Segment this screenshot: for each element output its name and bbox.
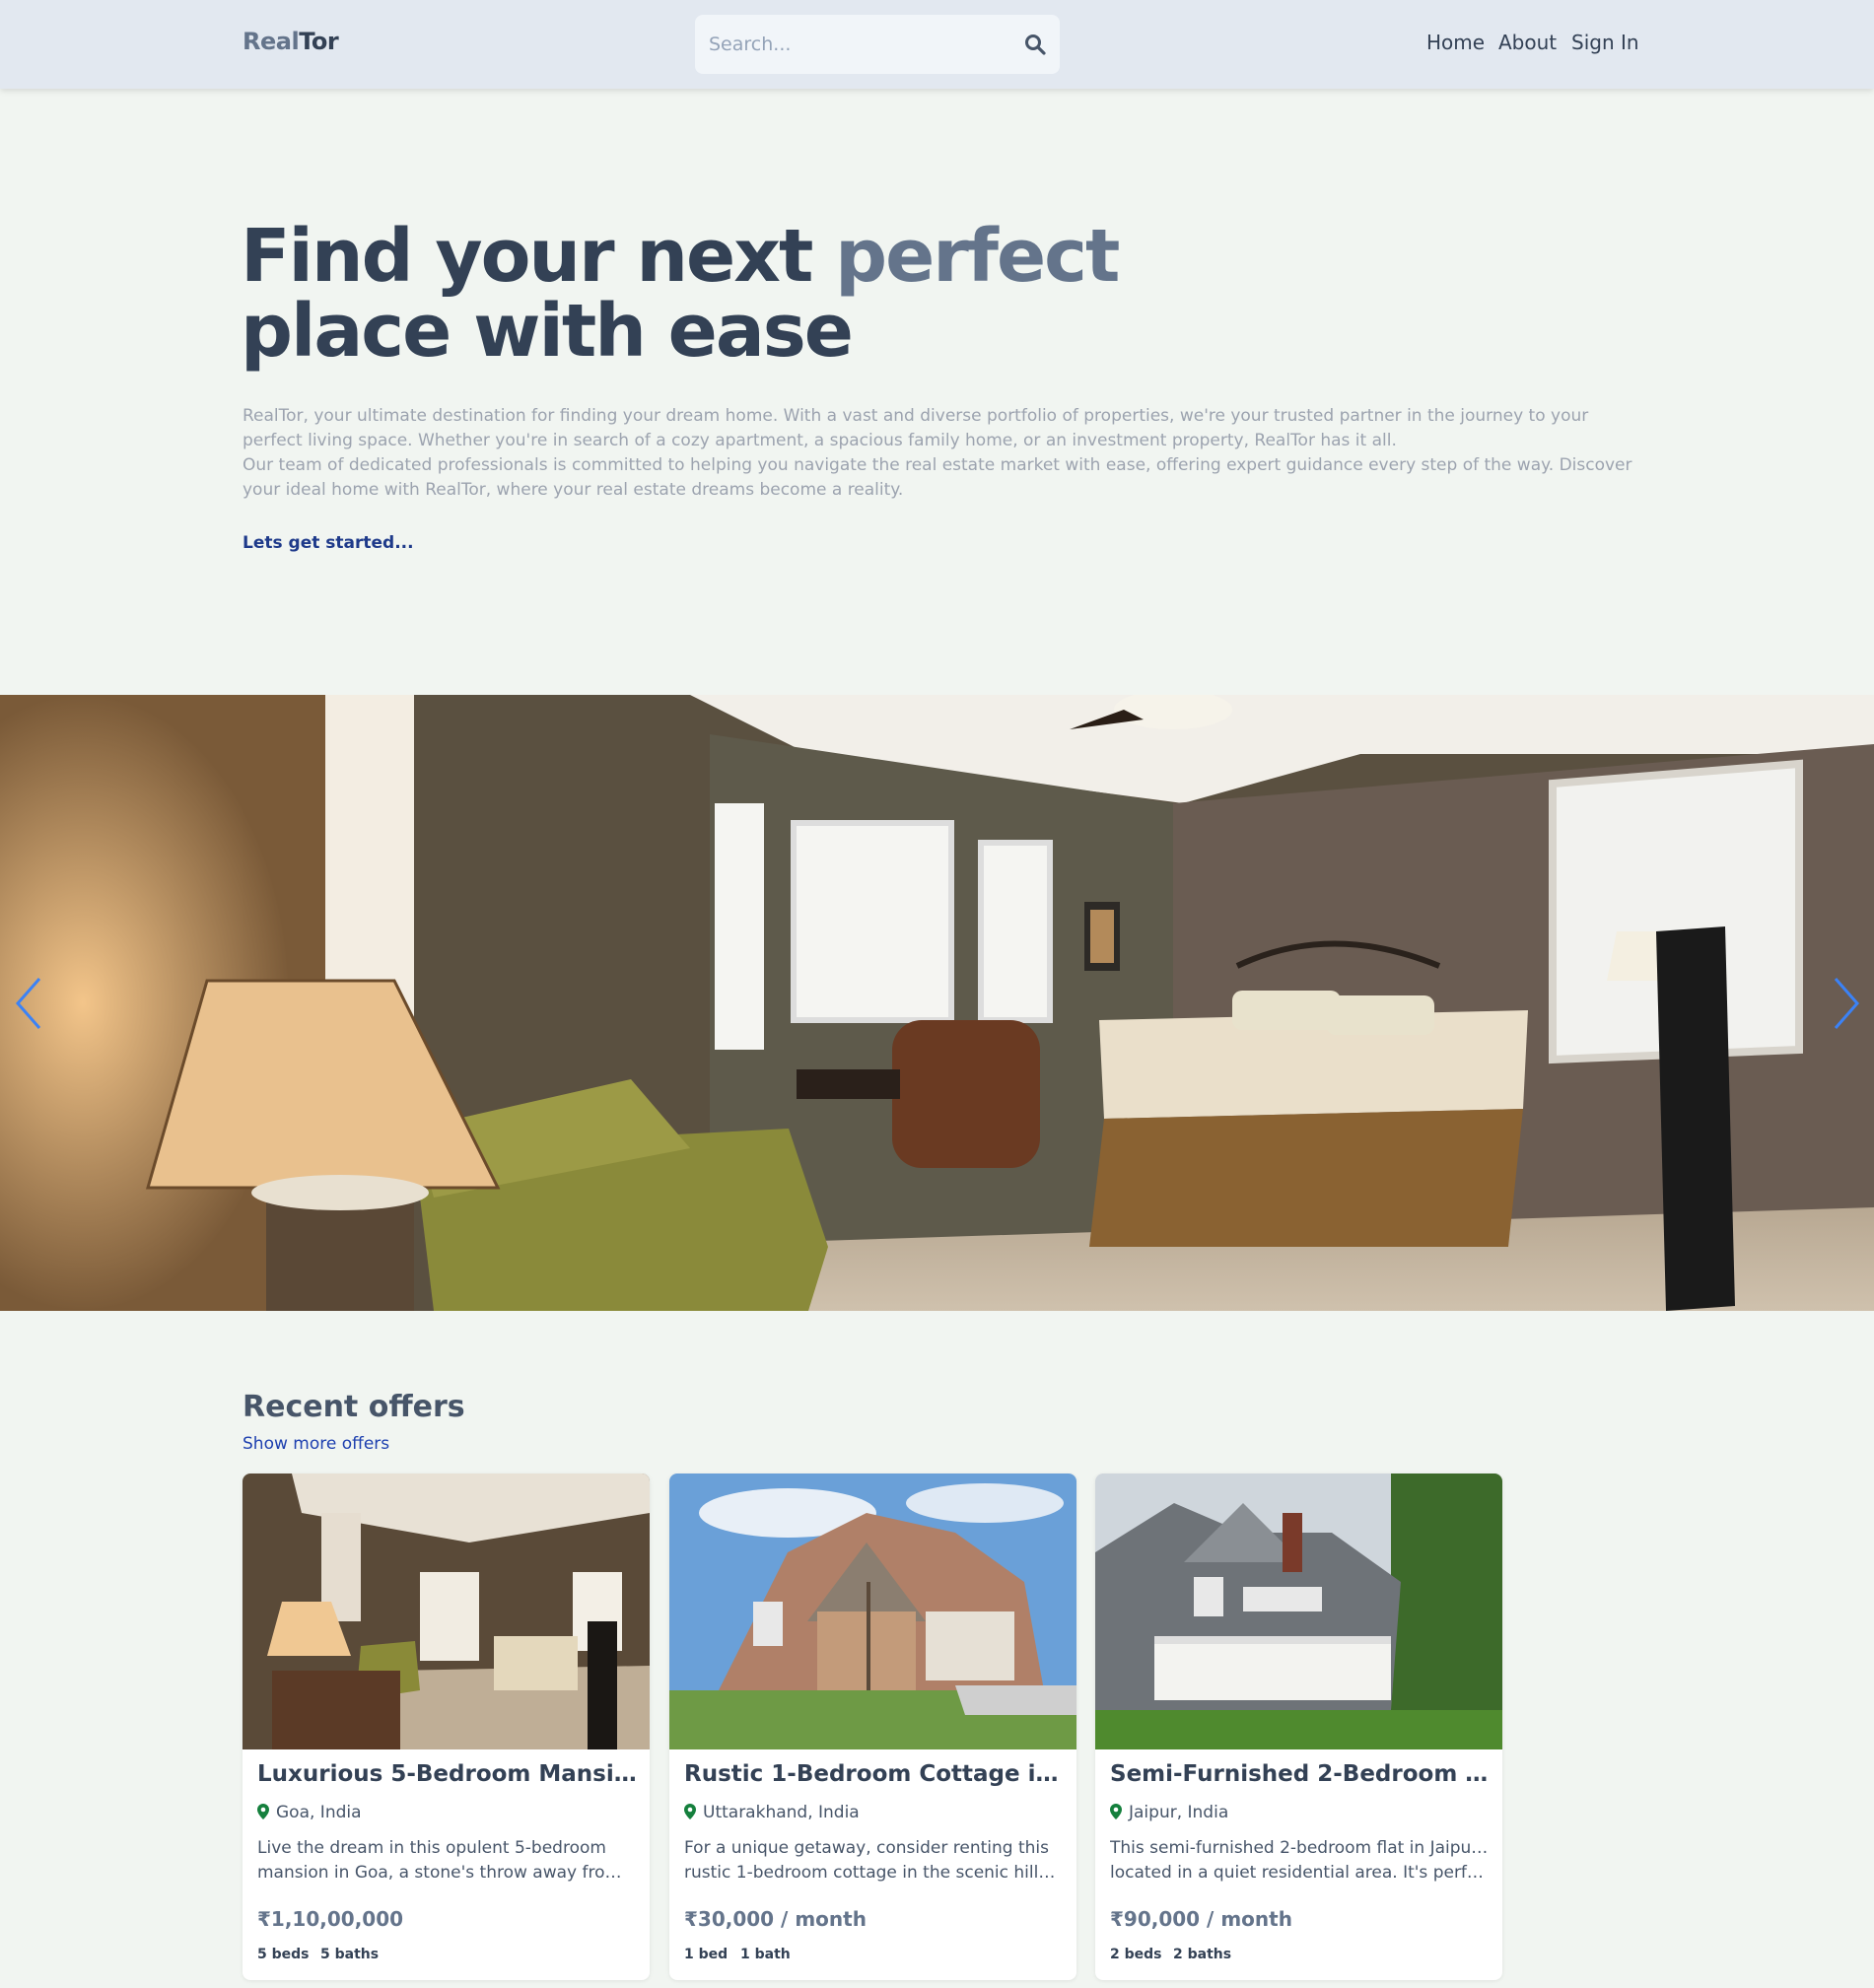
listing-location-text: Goa, India	[276, 1803, 362, 1822]
search-input[interactable]	[709, 15, 1005, 74]
map-pin-icon	[1110, 1804, 1122, 1819]
nav-about-link[interactable]: About	[1498, 31, 1557, 54]
listing-baths: 5 baths	[320, 1947, 380, 1962]
hero-paragraph-2: Our team of dedicated professionals is c…	[243, 455, 1632, 500]
hero-title-part2: place with ease	[241, 289, 854, 374]
listing-price: ₹1,10,00,000	[257, 1907, 404, 1931]
search-icon[interactable]	[1023, 33, 1047, 56]
listing-description-line2: located in a quiet residential area. It'…	[1110, 1863, 1490, 1883]
hero-title-accent: perfect	[835, 214, 1120, 299]
chevron-right-icon[interactable]	[1826, 974, 1865, 1033]
listing-location-text: Uttarakhand, India	[703, 1803, 860, 1822]
listing-beds: 1 bed	[684, 1947, 729, 1962]
listing-description: Live the dream in this opulent 5-bedroom…	[257, 1836, 637, 1885]
site-header: RealTor Home About Sign In	[0, 0, 1874, 89]
map-pin-icon	[684, 1804, 696, 1819]
listing-baths: 1 bath	[740, 1947, 791, 1962]
listing-description: For a unique getaway, consider renting t…	[684, 1836, 1064, 1885]
listing-baths: 2 baths	[1173, 1947, 1232, 1962]
listing-beds: 5 beds	[257, 1947, 310, 1962]
listing-image	[669, 1474, 1076, 1749]
hero-title: Find your next perfect place with ease	[241, 219, 1325, 369]
listing-title: Luxurious 5-Bedroom Mansion in Goa	[257, 1761, 637, 1787]
listing-beds: 2 beds	[1110, 1947, 1162, 1962]
listing-description-line1: This semi-furnished 2-bedroom flat in Ja…	[1110, 1838, 1490, 1858]
nav-home-link[interactable]: Home	[1426, 31, 1485, 54]
listing-price: ₹90,000 / month	[1110, 1907, 1292, 1931]
listing-location: Uttarakhand, India	[684, 1803, 860, 1822]
listing-description-line1: For a unique getaway, consider renting t…	[684, 1838, 1049, 1858]
listing-card[interactable]: Semi-Furnished 2-Bedroom Flat in J... Ja…	[1095, 1474, 1502, 1980]
logo-real-text: Real	[243, 28, 300, 55]
chevron-left-icon[interactable]	[10, 974, 49, 1033]
get-started-link[interactable]: Lets get started...	[243, 533, 414, 553]
listing-location: Jaipur, India	[1110, 1803, 1228, 1822]
recent-offers-title: Recent offers	[243, 1390, 465, 1424]
listing-description-line2: mansion in Goa, a stone's throw away fro…	[257, 1863, 637, 1883]
listing-image	[243, 1474, 650, 1749]
listing-description-line1: Live the dream in this opulent 5-bedroom	[257, 1838, 606, 1858]
hero-description: RealTor, your ultimate destination for f…	[243, 404, 1652, 503]
carousel-slide-image	[0, 695, 1874, 1311]
hero-paragraph-1: RealTor, your ultimate destination for f…	[243, 406, 1589, 450]
listing-title: Rustic 1-Bedroom Cottage in Uttara...	[684, 1761, 1064, 1787]
listing-title: Semi-Furnished 2-Bedroom Flat in J...	[1110, 1761, 1490, 1787]
listing-location: Goa, India	[257, 1803, 362, 1822]
nav-signin-link[interactable]: Sign In	[1571, 31, 1639, 54]
site-logo[interactable]: RealTor	[243, 28, 339, 55]
listing-description-line2: rustic 1-bedroom cottage in the scenic h…	[684, 1863, 1064, 1883]
listing-image	[1095, 1474, 1502, 1749]
listing-description: This semi-furnished 2-bedroom flat in Ja…	[1110, 1836, 1490, 1885]
map-pin-icon	[257, 1804, 269, 1819]
listing-price: ₹30,000 / month	[684, 1907, 867, 1931]
listing-location-text: Jaipur, India	[1129, 1803, 1229, 1822]
hero-title-part1: Find your next	[241, 214, 836, 299]
image-carousel	[0, 695, 1874, 1311]
logo-tor-text: Tor	[299, 28, 339, 55]
listing-card[interactable]: Luxurious 5-Bedroom Mansion in Goa Goa, …	[243, 1474, 650, 1980]
listing-card[interactable]: Rustic 1-Bedroom Cottage in Uttara... Ut…	[669, 1474, 1076, 1980]
search-bar	[695, 15, 1060, 74]
show-more-offers-link[interactable]: Show more offers	[243, 1434, 389, 1454]
